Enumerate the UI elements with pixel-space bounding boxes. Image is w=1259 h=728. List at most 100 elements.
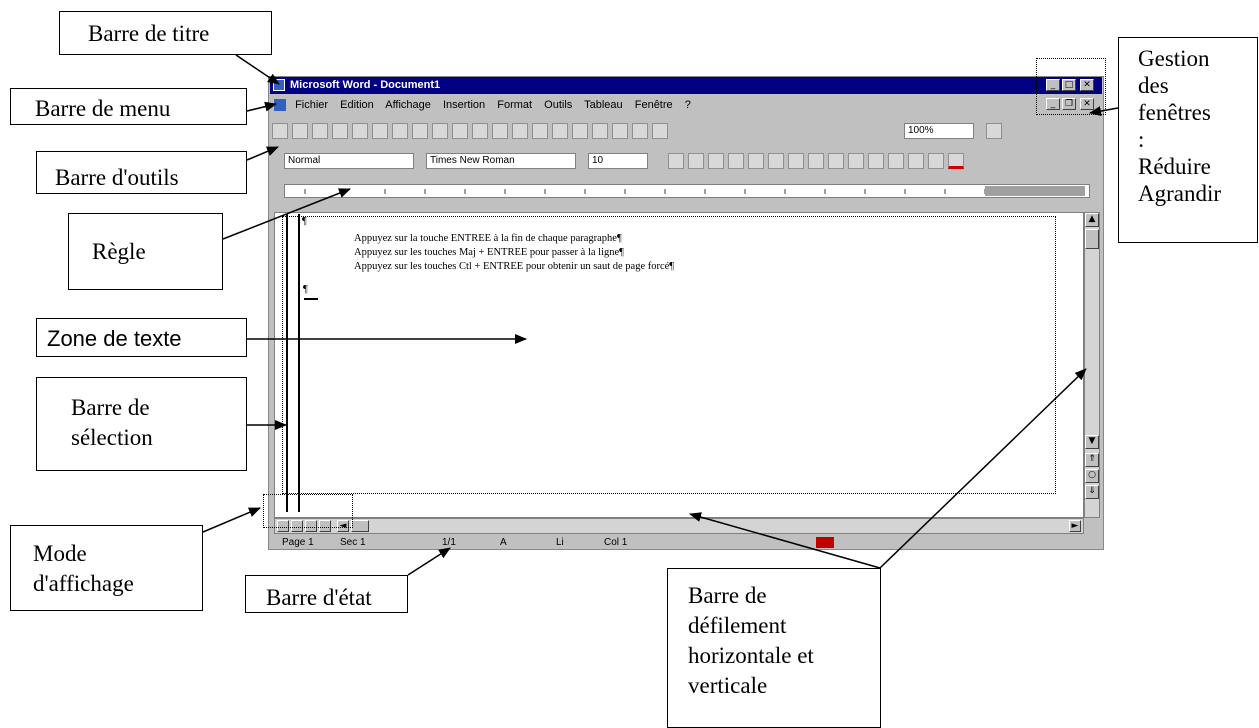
callout-mode-affichage-line2: d'affichage bbox=[33, 571, 134, 596]
indent-icon[interactable] bbox=[888, 153, 904, 169]
callout-defilement-line4: verticale bbox=[688, 673, 768, 698]
callout-barre-selection-line1: Barre de bbox=[71, 395, 150, 420]
title-bar: Microsoft Word - Document1 bbox=[270, 77, 1102, 94]
italic-icon[interactable] bbox=[688, 153, 704, 169]
bold-icon[interactable] bbox=[668, 153, 684, 169]
outdent-icon[interactable] bbox=[868, 153, 884, 169]
save-icon[interactable] bbox=[312, 123, 328, 139]
callout-mode-affichage-line1: Mode bbox=[33, 541, 87, 566]
callout-gestion-line3: fenêtres bbox=[1138, 100, 1211, 125]
ruler-ticks bbox=[304, 186, 1085, 196]
table-icon[interactable] bbox=[552, 123, 568, 139]
menu-affichage[interactable]: Affichage bbox=[385, 99, 431, 111]
show-hide-icon[interactable] bbox=[652, 123, 668, 139]
print-icon[interactable] bbox=[332, 123, 348, 139]
callout-barre-menu: Barre de menu bbox=[10, 88, 247, 125]
callout-regle-text: Règle bbox=[92, 239, 146, 264]
underline-icon[interactable] bbox=[708, 153, 724, 169]
callout-gestion-fenetres: Gestion des fenêtres : Réduire Agrandir bbox=[1118, 37, 1258, 243]
hscroll-thumb[interactable] bbox=[351, 520, 369, 532]
browse-object-icon[interactable]: ○ bbox=[1085, 469, 1099, 483]
callout-gestion-line1: Gestion bbox=[1138, 46, 1210, 71]
numbering-icon[interactable] bbox=[828, 153, 844, 169]
callout-barre-menu-text: Barre de menu bbox=[35, 96, 171, 121]
menu-fenetre[interactable]: Fenêtre bbox=[635, 99, 673, 111]
status-at: A bbox=[500, 537, 507, 548]
open-icon[interactable] bbox=[292, 123, 308, 139]
callout-defilement-line1: Barre de bbox=[688, 583, 767, 608]
text-zone-region bbox=[282, 216, 1056, 494]
menu-tableau[interactable]: Tableau bbox=[584, 99, 623, 111]
menu-format[interactable]: Format bbox=[497, 99, 532, 111]
menu-bar: Fichier Edition Affichage Insertion Form… bbox=[270, 96, 1102, 114]
help-icon[interactable] bbox=[986, 123, 1002, 139]
prev-page-icon[interactable]: ⇑ bbox=[1085, 453, 1099, 467]
horizontal-scrollbar[interactable]: ◄ ► bbox=[274, 518, 1084, 534]
justify-icon[interactable] bbox=[808, 153, 824, 169]
word-app-icon bbox=[273, 79, 285, 91]
web-icon[interactable] bbox=[532, 123, 548, 139]
drawing-icon[interactable] bbox=[612, 123, 628, 139]
scroll-right-icon[interactable]: ► bbox=[1069, 520, 1081, 532]
callout-gestion-line2: des bbox=[1138, 73, 1169, 98]
menu-edition[interactable]: Edition bbox=[340, 99, 374, 111]
menu-aide[interactable]: ? bbox=[685, 99, 691, 111]
doc-icon bbox=[274, 99, 286, 112]
border-icon[interactable] bbox=[908, 153, 924, 169]
scroll-down-icon[interactable]: ▼ bbox=[1085, 435, 1099, 449]
callout-barre-selection: Barre de sélection bbox=[36, 377, 247, 471]
vertical-scrollbar[interactable]: ▲ ▼ ⇑ ○ ⇓ bbox=[1084, 212, 1100, 518]
bullets-icon[interactable] bbox=[848, 153, 864, 169]
callout-gestion-line6: Agrandir bbox=[1138, 181, 1222, 206]
window-controls-region bbox=[1036, 58, 1106, 115]
columns-icon[interactable] bbox=[592, 123, 608, 139]
arrow-mode-affichage bbox=[202, 507, 261, 533]
align-center-icon[interactable] bbox=[768, 153, 784, 169]
align-left-icon[interactable] bbox=[748, 153, 764, 169]
callout-gestion-line5: Réduire bbox=[1138, 154, 1211, 179]
window-title: Microsoft Word - Document1 bbox=[290, 79, 441, 91]
callout-barre-outils-text: Barre d'outils bbox=[55, 165, 179, 190]
callout-barre-titre-text: Barre de titre bbox=[88, 21, 210, 46]
menu-fichier[interactable]: Fichier bbox=[295, 99, 328, 111]
style-select[interactable]: Normal bbox=[284, 153, 414, 169]
font-select[interactable]: Times New Roman bbox=[426, 153, 576, 169]
excel-icon[interactable] bbox=[572, 123, 588, 139]
formatting-toolbar: Normal Times New Roman 10 bbox=[270, 150, 1102, 174]
format-painter-icon[interactable] bbox=[452, 123, 468, 139]
callout-barre-titre: Barre de titre bbox=[59, 11, 272, 55]
callout-barre-defilement: Barre de défilement horizontale et verti… bbox=[667, 568, 881, 728]
next-page-icon[interactable]: ⇓ bbox=[1085, 485, 1099, 499]
redo-icon[interactable] bbox=[492, 123, 508, 139]
size-select[interactable]: 10 bbox=[588, 153, 648, 169]
hyperlink-icon[interactable] bbox=[512, 123, 528, 139]
menu-insertion[interactable]: Insertion bbox=[443, 99, 485, 111]
scroll-up-icon[interactable]: ▲ bbox=[1085, 213, 1099, 227]
status-book-icon bbox=[816, 537, 834, 548]
status-bar: Page 1 Sec 1 1/1 A Li Col 1 bbox=[270, 536, 1102, 549]
callout-gestion-line4: : bbox=[1138, 127, 1145, 152]
font-color-icon[interactable] bbox=[948, 153, 964, 169]
cut-icon[interactable] bbox=[392, 123, 408, 139]
superscript-icon[interactable] bbox=[728, 153, 744, 169]
paste-icon[interactable] bbox=[432, 123, 448, 139]
callout-regle: Règle bbox=[68, 213, 223, 290]
undo-icon[interactable] bbox=[472, 123, 488, 139]
format-buttons bbox=[666, 153, 1086, 169]
zoom-select[interactable]: 100% bbox=[904, 123, 974, 139]
callout-zone-texte-text: Zone de texte bbox=[47, 326, 182, 351]
callout-defilement-line3: horizontale et bbox=[688, 643, 814, 668]
new-icon[interactable] bbox=[272, 123, 288, 139]
highlight-icon[interactable] bbox=[928, 153, 944, 169]
size-value: 10 bbox=[592, 155, 604, 166]
align-right-icon[interactable] bbox=[788, 153, 804, 169]
copy-icon[interactable] bbox=[412, 123, 428, 139]
callout-barre-etat: Barre d'état bbox=[245, 575, 408, 613]
preview-icon[interactable] bbox=[352, 123, 368, 139]
scroll-thumb[interactable] bbox=[1085, 229, 1099, 249]
docmap-icon[interactable] bbox=[632, 123, 648, 139]
spelling-icon[interactable] bbox=[372, 123, 388, 139]
status-page: Page 1 bbox=[282, 537, 314, 548]
ruler[interactable] bbox=[284, 184, 1090, 198]
menu-outils[interactable]: Outils bbox=[544, 99, 572, 111]
